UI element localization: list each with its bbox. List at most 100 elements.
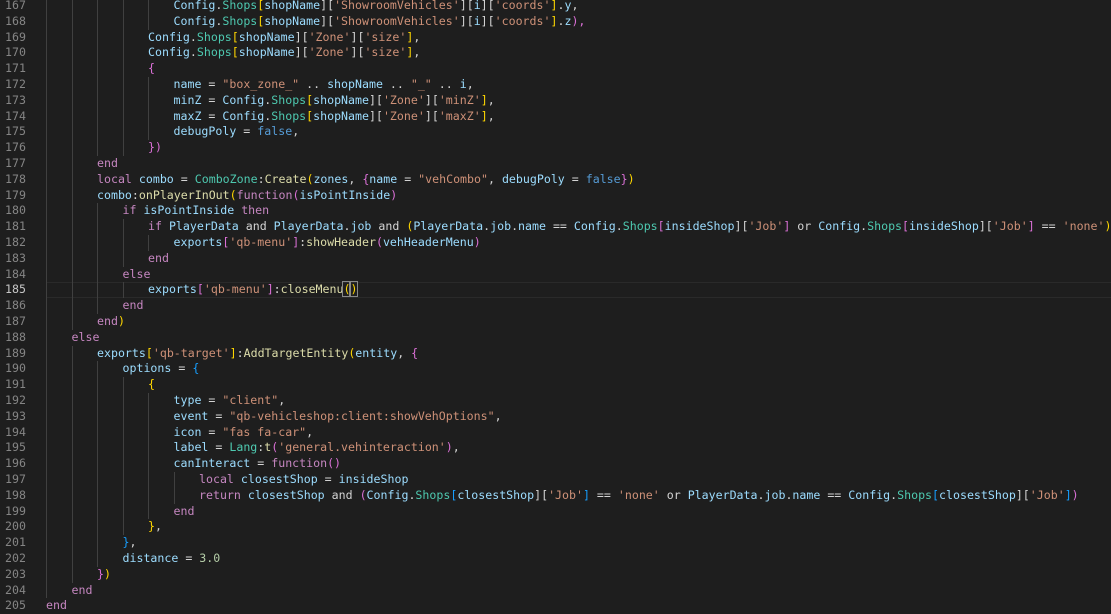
code-line[interactable]: 168Config.Shops[shopName]['ShowroomVehic… bbox=[0, 14, 1111, 30]
code-token: onPlayerInOut bbox=[139, 188, 230, 202]
code-line[interactable]: 188else bbox=[0, 330, 1111, 346]
code-token: ) bbox=[446, 440, 453, 454]
code-line[interactable]: 190options = { bbox=[0, 361, 1111, 377]
line-number: 172 bbox=[0, 77, 26, 93]
code-text[interactable]: name = "box_zone_" .. shopName .. "_" ..… bbox=[174, 77, 474, 93]
code-text[interactable]: Config.Shops[shopName]['Zone']['size'], bbox=[148, 45, 420, 61]
code-token: ) bbox=[628, 172, 635, 186]
code-text[interactable]: else bbox=[72, 330, 100, 346]
code-text[interactable]: else bbox=[123, 267, 151, 283]
code-text[interactable]: minZ = Config.Shops[shopName]['Zone']['m… bbox=[174, 93, 495, 109]
code-line[interactable]: 184else bbox=[0, 267, 1111, 283]
code-line[interactable]: 200}, bbox=[0, 519, 1111, 535]
code-line[interactable]: 182exports['qb-menu']:showHeader(vehHead… bbox=[0, 235, 1111, 251]
indent-guide bbox=[148, 393, 149, 409]
code-text[interactable]: label = Lang:t('general.vehinteraction')… bbox=[174, 440, 460, 456]
line-number: 180 bbox=[0, 203, 26, 219]
code-text[interactable]: }) bbox=[97, 567, 111, 583]
code-text[interactable]: end bbox=[72, 583, 93, 599]
code-line[interactable]: 180 if isPointInside then bbox=[0, 203, 1111, 219]
code-text[interactable]: }) bbox=[148, 140, 162, 156]
code-line[interactable]: 173minZ = Config.Shops[shopName]['Zone']… bbox=[0, 93, 1111, 109]
code-text[interactable]: exports['qb-target']:AddTargetEntity(ent… bbox=[97, 346, 418, 362]
code-token: local bbox=[199, 472, 234, 486]
code-text[interactable]: icon = "fas fa-car", bbox=[174, 425, 314, 441]
code-line[interactable]: 198return closestShop and (Config.Shops[… bbox=[0, 488, 1111, 504]
code-line[interactable]: 202distance = 3.0 bbox=[0, 551, 1111, 567]
code-text[interactable]: event = "qb-vehicleshop:client:showVehOp… bbox=[174, 409, 502, 425]
code-text[interactable]: end bbox=[123, 298, 144, 314]
code-text[interactable]: distance = 3.0 bbox=[123, 551, 221, 567]
code-token: Shops bbox=[222, 14, 257, 28]
code-text[interactable]: debugPoly = false, bbox=[174, 124, 300, 140]
code-text[interactable]: { bbox=[148, 61, 155, 77]
code-text[interactable]: canInteract = function() bbox=[174, 456, 342, 472]
code-text[interactable]: Config.Shops[shopName]['ShowroomVehicles… bbox=[174, 14, 586, 30]
code-editor[interactable]: 167Config.Shops[shopName]['ShowroomVehic… bbox=[0, 0, 1111, 612]
code-text[interactable]: }, bbox=[148, 519, 162, 535]
code-token: ), bbox=[571, 14, 585, 28]
code-text[interactable]: options = { bbox=[123, 361, 200, 377]
indent-guide bbox=[148, 504, 149, 520]
code-line[interactable]: 181if PlayerData and PlayerData.job and … bbox=[0, 219, 1111, 235]
code-line[interactable]: 187 end) bbox=[0, 314, 1111, 330]
code-text[interactable]: type = "client", bbox=[174, 393, 286, 409]
code-line[interactable]: 197local closestShop = insideShop bbox=[0, 472, 1111, 488]
code-text[interactable]: if PlayerData and PlayerData.job and (Pl… bbox=[148, 219, 1111, 235]
code-text[interactable]: combo:onPlayerInOut(function(isPointInsi… bbox=[97, 188, 397, 204]
code-line[interactable]: 194icon = "fas fa-car", bbox=[0, 425, 1111, 441]
code-text[interactable]: end) bbox=[97, 314, 125, 330]
code-line[interactable]: 189exports['qb-target']:AddTargetEntity(… bbox=[0, 346, 1111, 362]
code-token: , bbox=[292, 124, 299, 138]
code-line[interactable]: 174maxZ = Config.Shops[shopName]['Zone']… bbox=[0, 109, 1111, 125]
code-line[interactable]: 201}, bbox=[0, 535, 1111, 551]
code-text[interactable]: exports['qb-menu']:closeMenu() bbox=[148, 282, 358, 298]
code-line[interactable]: 177end bbox=[0, 156, 1111, 172]
indent-guide bbox=[46, 409, 47, 425]
code-line[interactable]: 195label = Lang:t('general.vehinteractio… bbox=[0, 440, 1111, 456]
code-line[interactable]: 199end bbox=[0, 504, 1111, 520]
code-line[interactable]: 193event = "qb-vehicleshop:client:showVe… bbox=[0, 409, 1111, 425]
code-line[interactable]: 185exports['qb-menu']:closeMenu() bbox=[0, 282, 1111, 298]
code-text[interactable]: maxZ = Config.Shops[shopName]['Zone']['m… bbox=[174, 109, 495, 125]
code-text[interactable]: end bbox=[148, 251, 169, 267]
code-line[interactable]: 186end bbox=[0, 298, 1111, 314]
code-text[interactable]: Config.Shops[shopName]['Zone']['size'], bbox=[148, 30, 420, 46]
code-line[interactable]: 192type = "client", bbox=[0, 393, 1111, 409]
code-line[interactable]: 170Config.Shops[shopName]['Zone']['size'… bbox=[0, 45, 1111, 61]
code-token: , bbox=[571, 0, 578, 12]
code-text[interactable]: if isPointInside then bbox=[123, 203, 270, 219]
code-text[interactable]: Config.Shops[shopName]['ShowroomVehicles… bbox=[174, 0, 579, 14]
code-token: = bbox=[318, 472, 339, 486]
line-number: 187 bbox=[0, 314, 26, 330]
code-line[interactable]: 203}) bbox=[0, 567, 1111, 583]
code-token: ) bbox=[1072, 488, 1079, 502]
code-text[interactable]: end bbox=[174, 504, 195, 520]
code-text[interactable]: exports['qb-menu']:showHeader(vehHeaderM… bbox=[174, 235, 481, 251]
code-text[interactable]: local combo = ComboZone:Create(zones, {n… bbox=[97, 172, 635, 188]
code-line[interactable]: 167Config.Shops[shopName]['ShowroomVehic… bbox=[0, 0, 1111, 14]
code-line[interactable]: 204end bbox=[0, 583, 1111, 599]
code-text[interactable]: { bbox=[148, 377, 155, 393]
code-line[interactable]: 175debugPoly = false, bbox=[0, 124, 1111, 140]
code-line[interactable]: 191{ bbox=[0, 377, 1111, 393]
code-line[interactable]: 169Config.Shops[shopName]['Zone']['size'… bbox=[0, 30, 1111, 46]
code-line[interactable]: 196 canInteract = function() bbox=[0, 456, 1111, 472]
line-number: 196 bbox=[0, 456, 26, 472]
code-token: = bbox=[201, 393, 222, 407]
code-line[interactable]: 183end bbox=[0, 251, 1111, 267]
code-token: , bbox=[495, 409, 502, 423]
code-line[interactable]: 179combo:onPlayerInOut(function(isPointI… bbox=[0, 188, 1111, 204]
code-line[interactable]: 172 name = "box_zone_" .. shopName .. "_"… bbox=[0, 77, 1111, 93]
code-token: isPointInside bbox=[143, 203, 234, 217]
code-token: ] bbox=[481, 109, 488, 123]
code-line[interactable]: 171{ bbox=[0, 61, 1111, 77]
code-line[interactable]: 176}) bbox=[0, 140, 1111, 156]
code-text[interactable]: }, bbox=[123, 535, 137, 551]
indent-guide bbox=[97, 45, 98, 61]
code-token: ][ bbox=[295, 30, 309, 44]
code-text[interactable]: end bbox=[97, 156, 118, 172]
code-text[interactable]: return closestShop and (Config.Shops[clo… bbox=[199, 488, 1079, 504]
code-line[interactable]: 178local combo = ComboZone:Create(zones,… bbox=[0, 172, 1111, 188]
code-text[interactable]: local closestShop = insideShop bbox=[199, 472, 408, 488]
